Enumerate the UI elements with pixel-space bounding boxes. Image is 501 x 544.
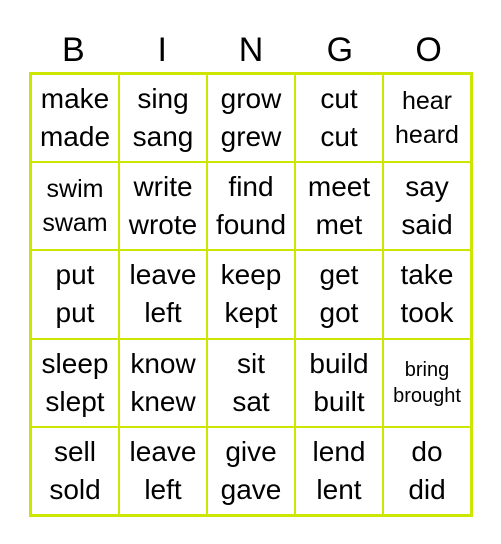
- past-verb: gave: [220, 473, 282, 505]
- bingo-cell[interactable]: sing sang: [119, 74, 207, 163]
- header-letter: B: [62, 31, 85, 69]
- base-verb: get: [319, 259, 359, 291]
- header-letter: I: [157, 31, 167, 69]
- bingo-cell[interactable]: take took: [383, 250, 471, 339]
- bingo-cell[interactable]: write wrote: [119, 162, 207, 251]
- past-verb: found: [215, 209, 287, 241]
- past-verb: got: [319, 297, 359, 329]
- base-verb: build: [309, 347, 369, 379]
- base-verb: know: [130, 347, 196, 379]
- base-verb: grow: [220, 83, 282, 115]
- base-verb: sing: [137, 83, 189, 115]
- base-verb: meet: [307, 171, 371, 203]
- base-verb: sell: [53, 435, 96, 467]
- base-verb: lend: [312, 435, 366, 467]
- bingo-cell[interactable]: leave left: [119, 426, 207, 515]
- past-verb: said: [401, 209, 453, 241]
- past-verb: swam: [42, 209, 108, 238]
- past-verb: built: [313, 385, 365, 417]
- base-verb: make: [40, 83, 110, 115]
- base-verb: do: [411, 435, 443, 467]
- past-verb: took: [400, 297, 454, 329]
- past-verb: kept: [224, 297, 278, 329]
- base-verb: bring: [404, 358, 450, 381]
- base-verb: find: [228, 171, 274, 203]
- base-verb: write: [133, 171, 193, 203]
- past-verb: wrote: [128, 209, 198, 241]
- past-verb: grew: [220, 121, 282, 153]
- bingo-cell[interactable]: get got: [295, 250, 383, 339]
- bingo-cell[interactable]: sleep slept: [31, 338, 119, 427]
- past-verb: lent: [316, 473, 362, 505]
- past-verb: did: [408, 473, 446, 505]
- bingo-cell[interactable]: leave left: [119, 250, 207, 339]
- past-verb: sang: [132, 121, 194, 153]
- base-verb: sit: [237, 347, 265, 379]
- base-verb: give: [225, 435, 277, 467]
- bingo-cell[interactable]: bring brought: [383, 338, 471, 427]
- bingo-cell[interactable]: sell sold: [31, 426, 119, 515]
- past-verb: made: [39, 121, 111, 153]
- base-verb: leave: [129, 435, 197, 467]
- base-verb: say: [405, 171, 449, 203]
- header-letter: G: [326, 31, 354, 69]
- bingo-cell[interactable]: keep kept: [207, 250, 295, 339]
- past-verb: knew: [130, 385, 196, 417]
- past-verb: cut: [320, 121, 358, 153]
- base-verb: put: [55, 259, 95, 291]
- bingo-cell[interactable]: build built: [295, 338, 383, 427]
- bingo-cell[interactable]: swim swam: [31, 162, 119, 251]
- bingo-header: B I N G O: [29, 28, 473, 72]
- base-verb: sleep: [41, 347, 109, 379]
- bingo-cell[interactable]: cut cut: [295, 74, 383, 163]
- base-verb: keep: [220, 259, 282, 291]
- bingo-cell[interactable]: meet met: [295, 162, 383, 251]
- base-verb: hear: [401, 87, 453, 116]
- base-verb: cut: [320, 83, 358, 115]
- past-verb: left: [144, 297, 182, 329]
- bingo-cell[interactable]: give gave: [207, 426, 295, 515]
- base-verb: swim: [46, 175, 104, 204]
- bingo-cell[interactable]: hear heard: [383, 74, 471, 163]
- bingo-cell[interactable]: know knew: [119, 338, 207, 427]
- base-verb: leave: [129, 259, 197, 291]
- past-verb: slept: [45, 385, 105, 417]
- past-verb: sat: [232, 385, 270, 417]
- bingo-cell[interactable]: find found: [207, 162, 295, 251]
- past-verb: left: [144, 473, 182, 505]
- bingo-cell[interactable]: lend lent: [295, 426, 383, 515]
- bingo-cell[interactable]: do did: [383, 426, 471, 515]
- past-verb: brought: [393, 384, 461, 407]
- base-verb: take: [400, 259, 454, 291]
- header-letter: O: [415, 31, 442, 69]
- bingo-cell[interactable]: say said: [383, 162, 471, 251]
- past-verb: sold: [49, 473, 101, 505]
- header-letter: N: [238, 31, 264, 69]
- past-verb: met: [315, 209, 363, 241]
- bingo-grid: make made sing sang grow grew cut cut hear heard s…: [29, 72, 473, 517]
- bingo-cell[interactable]: put put: [31, 250, 119, 339]
- past-verb: heard: [395, 121, 459, 150]
- bingo-cell[interactable]: grow grew: [207, 74, 295, 163]
- bingo-cell[interactable]: sit sat: [207, 338, 295, 427]
- bingo-cell[interactable]: make made: [31, 74, 119, 163]
- past-verb: put: [55, 297, 95, 329]
